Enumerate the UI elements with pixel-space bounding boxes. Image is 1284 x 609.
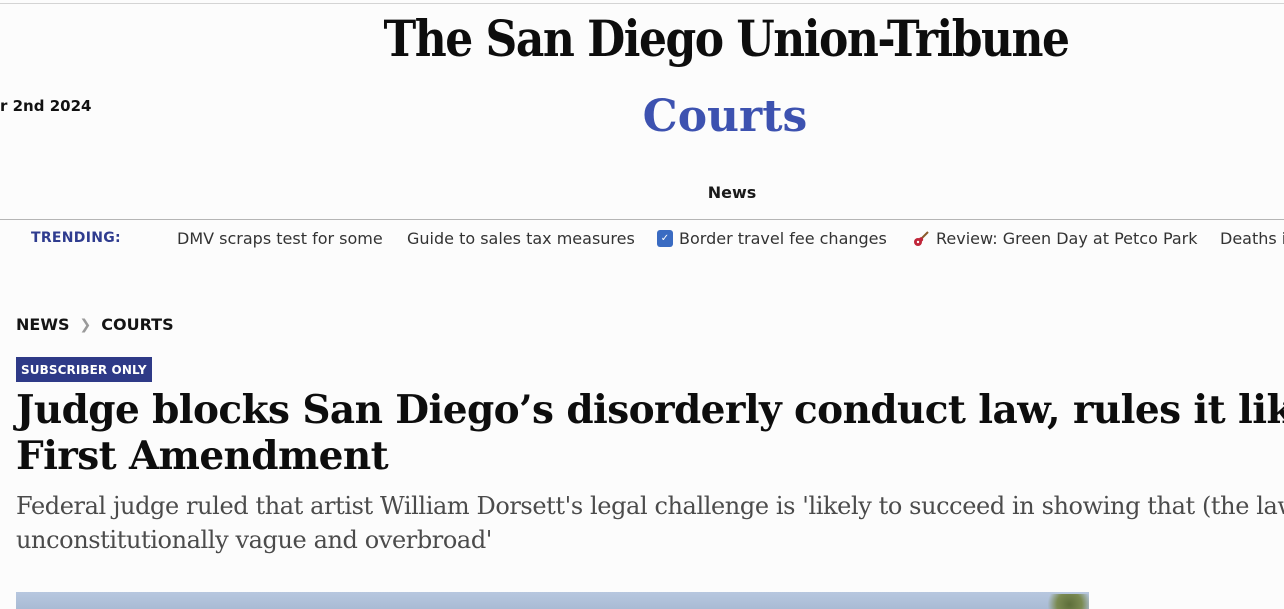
- breadcrumb-courts[interactable]: COURTS: [101, 315, 173, 334]
- trending-item-label: Border travel fee changes: [679, 229, 887, 248]
- trending-item-deaths[interactable]: Deaths i: [1220, 229, 1284, 248]
- article-headline: Judge blocks San Diego’s disorderly cond…: [16, 387, 1284, 479]
- dek-line-1: Federal judge ruled that artist William …: [16, 492, 1284, 520]
- trending-item-label: Deaths i: [1220, 229, 1284, 248]
- nav-divider: [0, 219, 1284, 220]
- trending-item-label: Review: Green Day at Petco Park: [936, 229, 1198, 248]
- section-title: Courts: [642, 91, 808, 142]
- headline-line-1: Judge blocks San Diego’s disorderly cond…: [16, 387, 1284, 433]
- trending-label: TRENDING:: [31, 230, 121, 246]
- trending-item-green-day[interactable]: Review: Green Day at Petco Park: [912, 229, 1198, 248]
- trending-item-label: Guide to sales tax measures: [407, 229, 635, 248]
- headline-line-2: First Amendment: [16, 433, 389, 479]
- breadcrumb-news[interactable]: NEWS: [16, 315, 70, 334]
- trending-item-label: DMV scraps test for some: [177, 229, 383, 248]
- dek-line-2: unconstitutionally vague and overbroad': [16, 526, 492, 554]
- hero-image-tree: [1040, 594, 1089, 609]
- header-date: r 2nd 2024: [0, 97, 92, 115]
- hero-image: [16, 592, 1089, 609]
- page: The San Diego Union-Tribune r 2nd 2024 C…: [0, 0, 1284, 609]
- guitar-icon: [912, 230, 930, 248]
- breadcrumb: NEWS ❯ COURTS: [16, 315, 174, 334]
- trending-item-dmv[interactable]: DMV scraps test for some: [177, 229, 383, 248]
- trending-item-sales-tax[interactable]: Guide to sales tax measures: [407, 229, 635, 248]
- trending-item-border[interactable]: ✓ Border travel fee changes: [657, 229, 887, 248]
- chevron-right-icon: ❯: [79, 316, 92, 333]
- subscriber-badge: SUBSCRIBER ONLY: [16, 357, 152, 382]
- section-link-news[interactable]: News: [692, 183, 772, 202]
- shield-icon: ✓: [657, 230, 673, 247]
- masthead-logo[interactable]: The San Diego Union-Tribune: [384, 4, 1071, 73]
- article-dek: Federal judge ruled that artist William …: [16, 489, 1284, 557]
